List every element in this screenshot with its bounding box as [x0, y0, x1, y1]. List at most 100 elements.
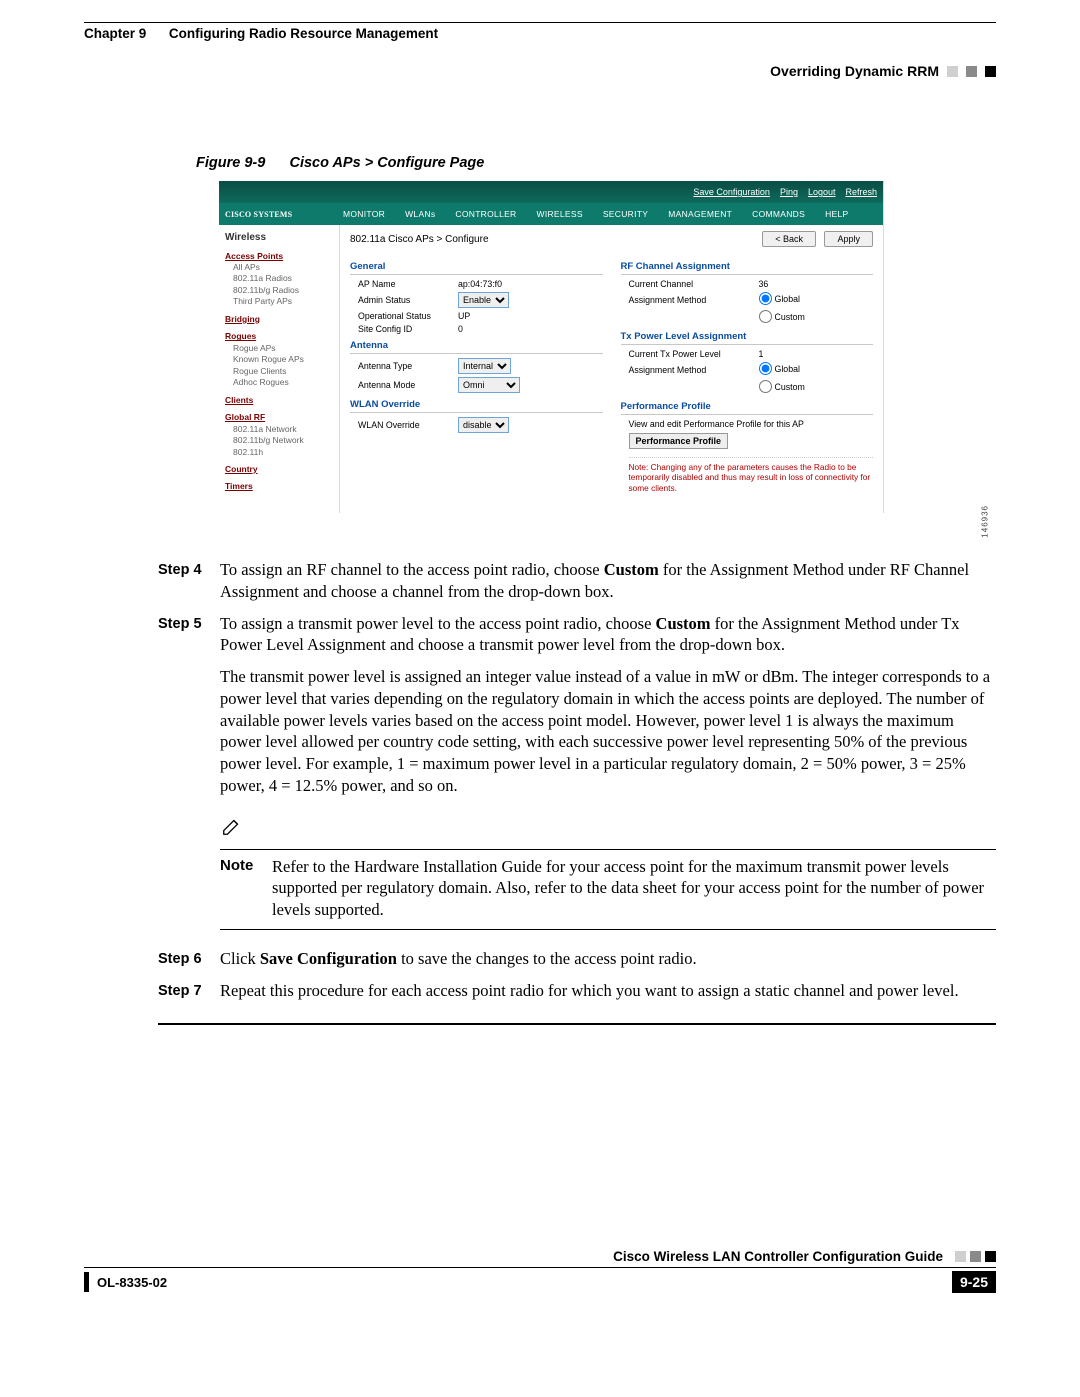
- image-number: 146936: [981, 505, 990, 538]
- sidebar-bridging[interactable]: Bridging: [225, 314, 333, 325]
- sidebar-all-aps[interactable]: All APs: [233, 262, 333, 273]
- sidebar-global-rf[interactable]: Global RF: [225, 412, 333, 423]
- oper-status-value: UP: [458, 311, 470, 321]
- tab-monitor[interactable]: MONITOR: [333, 209, 395, 219]
- figure-caption: Figure 9-9 Cisco APs > Configure Page: [196, 155, 996, 171]
- perf-desc: View and edit Performance Profile for th…: [629, 419, 874, 429]
- apname-label: AP Name: [358, 279, 458, 289]
- sidebar-rogues[interactable]: Rogues: [225, 331, 333, 342]
- left-sidebar: Wireless Access Points All APs 802.11a R…: [219, 225, 340, 513]
- footer-guide-title: Cisco Wireless LAN Controller Configurat…: [613, 1249, 943, 1264]
- section-general: General: [350, 261, 603, 275]
- current-channel-value: 36: [759, 279, 769, 289]
- decor-square: [955, 1251, 966, 1262]
- antenna-type-label: Antenna Type: [358, 361, 458, 371]
- sidebar-80211bg[interactable]: 802.11b/g Radios: [233, 285, 333, 296]
- sidebar-country[interactable]: Country: [225, 464, 333, 475]
- header-left: Chapter 9 Configuring Radio Resource Man…: [84, 26, 438, 41]
- tab-management[interactable]: MANAGEMENT: [658, 209, 742, 219]
- perf-profile-button[interactable]: Performance Profile: [629, 433, 729, 449]
- rf-assign-method-label: Assignment Method: [629, 295, 759, 305]
- step4-label: Step 4: [158, 559, 220, 603]
- wlan-override-select[interactable]: disable: [458, 417, 509, 433]
- step5-body: To assign a transmit power level to the …: [220, 613, 996, 657]
- antenna-type-select[interactable]: Internal: [458, 358, 511, 374]
- apply-button[interactable]: Apply: [824, 231, 873, 247]
- sidebar-third-party[interactable]: Third Party APs: [233, 296, 333, 307]
- decor-square: [970, 1251, 981, 1262]
- sidebar-g-a[interactable]: 802.11a Network: [233, 424, 333, 435]
- breadcrumb: 802.11a Cisco APs > Configure: [350, 234, 489, 245]
- decor-bar: [84, 1272, 89, 1292]
- sidebar-access-points[interactable]: Access Points: [225, 251, 333, 262]
- wlan-override-label: WLAN Override: [358, 420, 458, 430]
- sidebar-rogue-aps[interactable]: Rogue APs: [233, 343, 333, 354]
- sidebar-timers[interactable]: Timers: [225, 481, 333, 492]
- step6-label: Step 6: [158, 948, 220, 970]
- decor-square: [966, 66, 977, 77]
- current-txpower-value: 1: [759, 349, 764, 359]
- logout-link[interactable]: Logout: [808, 187, 836, 197]
- warning-note: Note: Changing any of the parameters cau…: [629, 457, 874, 493]
- sidebar-clients[interactable]: Clients: [225, 395, 333, 406]
- decor-square: [947, 66, 958, 77]
- section-rf-channel: RF Channel Assignment: [621, 261, 874, 275]
- site-config-value: 0: [458, 324, 463, 334]
- sidebar-known-rogue[interactable]: Known Rogue APs: [233, 354, 333, 365]
- figure-title: Cisco APs > Configure Page: [289, 155, 484, 171]
- admin-status-select[interactable]: Enable: [458, 292, 509, 308]
- tab-wireless[interactable]: WIRELESS: [527, 209, 593, 219]
- tab-wlans[interactable]: WLANs: [395, 209, 445, 219]
- step7-body: Repeat this procedure for each access po…: [220, 980, 996, 1002]
- note-icon: [220, 815, 244, 837]
- step4-body: To assign an RF channel to the access po…: [220, 559, 996, 603]
- footer-docnum: OL-8335-02: [97, 1275, 167, 1290]
- utility-nav: Save Configuration Ping Logout Refresh: [219, 181, 883, 203]
- section-title: Overriding Dynamic RRM: [770, 63, 939, 79]
- current-txpower-label: Current Tx Power Level: [629, 349, 759, 359]
- back-button[interactable]: < Back: [762, 231, 816, 247]
- refresh-link[interactable]: Refresh: [845, 187, 877, 197]
- section-wlan-override: WLAN Override: [350, 399, 603, 413]
- admin-status-label: Admin Status: [358, 295, 458, 305]
- tab-help[interactable]: HELP: [815, 209, 858, 219]
- step5-label: Step 5: [158, 613, 220, 657]
- current-channel-label: Current Channel: [629, 279, 759, 289]
- step7-label: Step 7: [158, 980, 220, 1002]
- chapter-title: Configuring Radio Resource Management: [169, 26, 438, 41]
- antenna-mode-label: Antenna Mode: [358, 380, 458, 390]
- main-nav: CISCO SYSTEMS MONITOR WLANs CONTROLLER W…: [219, 203, 883, 225]
- tab-commands[interactable]: COMMANDS: [742, 209, 815, 219]
- figure-label: Figure 9-9: [196, 155, 265, 171]
- note-label: Note: [220, 856, 272, 921]
- tx-custom-radio[interactable]: Custom: [759, 380, 805, 393]
- decor-square: [985, 66, 996, 77]
- sidebar-adhoc[interactable]: Adhoc Rogues: [233, 377, 333, 388]
- antenna-mode-select[interactable]: Omni: [458, 377, 520, 393]
- oper-status-label: Operational Status: [358, 311, 458, 321]
- sidebar-rogue-clients[interactable]: Rogue Clients: [233, 366, 333, 377]
- sidebar-80211a[interactable]: 802.11a Radios: [233, 273, 333, 284]
- screenshot: Save Configuration Ping Logout Refresh C…: [219, 181, 884, 513]
- site-config-label: Site Config ID: [358, 324, 458, 334]
- section-tx-power: Tx Power Level Assignment: [621, 331, 874, 345]
- tx-global-radio[interactable]: Global: [759, 362, 800, 375]
- chapter-number: Chapter 9: [84, 26, 146, 41]
- save-config-link[interactable]: Save Configuration: [693, 187, 770, 197]
- tab-security[interactable]: SECURITY: [593, 209, 658, 219]
- tx-assign-method-label: Assignment Method: [629, 365, 759, 375]
- cisco-logo: CISCO SYSTEMS: [219, 210, 333, 219]
- apname-value: ap:04:73:f0: [458, 279, 502, 289]
- ping-link[interactable]: Ping: [780, 187, 798, 197]
- sidebar-g-bg[interactable]: 802.11b/g Network: [233, 435, 333, 446]
- rf-custom-radio[interactable]: Custom: [759, 310, 805, 323]
- rf-global-radio[interactable]: Global: [759, 292, 800, 305]
- sidebar-g-h[interactable]: 802.11h: [233, 447, 333, 458]
- page-number: 9-25: [952, 1271, 996, 1293]
- power-level-paragraph: The transmit power level is assigned an …: [220, 666, 996, 797]
- section-antenna: Antenna: [350, 340, 603, 354]
- section-perf-profile: Performance Profile: [621, 401, 874, 415]
- note-body: Refer to the Hardware Installation Guide…: [272, 856, 996, 921]
- step6-body: Click Save Configuration to save the cha…: [220, 948, 996, 970]
- tab-controller[interactable]: CONTROLLER: [445, 209, 526, 219]
